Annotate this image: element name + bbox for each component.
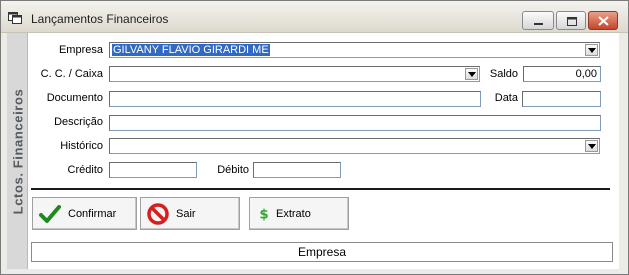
descricao-label: Descrição (54, 116, 103, 128)
documento-input[interactable] (109, 91, 481, 107)
data-input[interactable] (522, 91, 601, 107)
saldo-label: Saldo (489, 68, 518, 80)
empresa-label: Empresa (58, 44, 103, 56)
saldo-field: 0,00 (523, 66, 601, 82)
title-bar[interactable]: Lançamentos Financeiros (1, 1, 628, 33)
descricao-input[interactable] (109, 115, 601, 131)
side-label-text: Lctos. Financeiros (10, 88, 26, 214)
chevron-down-icon (468, 72, 476, 77)
sair-button[interactable]: Sair (140, 197, 240, 230)
confirmar-label: Confirmar (68, 207, 117, 220)
empresa-select[interactable]: GILVANY FLAVIO GIRARDI ME (109, 42, 600, 58)
documento-label: Documento (46, 92, 103, 104)
credito-input[interactable] (109, 162, 197, 178)
empresa-value: GILVANY FLAVIO GIRARDI ME (112, 44, 270, 56)
chevron-down-icon (588, 144, 596, 149)
side-label: Lctos. Financeiros (7, 33, 28, 269)
checkmark-icon (39, 204, 61, 223)
status-bar: Empresa (31, 242, 613, 262)
maximize-icon (567, 17, 577, 26)
close-button[interactable] (588, 11, 618, 30)
close-icon (598, 16, 609, 26)
historico-dropdown-button[interactable] (585, 140, 598, 152)
form-area: Empresa GILVANY FLAVIO GIRARDI ME C. C. … (28, 33, 619, 269)
sair-label: Sair (176, 207, 196, 220)
extrato-button[interactable]: $ Extrato (249, 197, 349, 230)
maximize-button[interactable] (556, 11, 586, 30)
cc-caixa-dropdown-button[interactable] (465, 68, 478, 80)
empresa-dropdown-button[interactable] (585, 44, 598, 56)
window-app-icon[interactable] (8, 12, 22, 24)
data-label: Data (494, 92, 518, 104)
historico-label: Histórico (60, 140, 103, 152)
historico-select[interactable] (109, 138, 600, 154)
cc-caixa-select[interactable] (109, 66, 480, 82)
minimize-icon (534, 23, 543, 25)
debito-label: Débito (217, 164, 249, 176)
main-window: Lançamentos Financeiros Lctos. Financeir… (0, 0, 629, 275)
minimize-button[interactable] (522, 11, 554, 30)
confirmar-button[interactable]: Confirmar (32, 197, 137, 230)
svg-text:$: $ (259, 207, 268, 222)
chevron-down-icon (588, 48, 596, 53)
extrato-label: Extrato (276, 207, 311, 220)
credito-label: Crédito (67, 164, 103, 176)
separator-line (31, 188, 610, 190)
debito-input[interactable] (253, 162, 341, 178)
dollar-sign-icon: $ (259, 207, 268, 222)
window-title: Lançamentos Financeiros (31, 12, 169, 26)
prohibited-icon (147, 202, 169, 225)
cc-caixa-label: C. C. / Caixa (40, 68, 103, 80)
